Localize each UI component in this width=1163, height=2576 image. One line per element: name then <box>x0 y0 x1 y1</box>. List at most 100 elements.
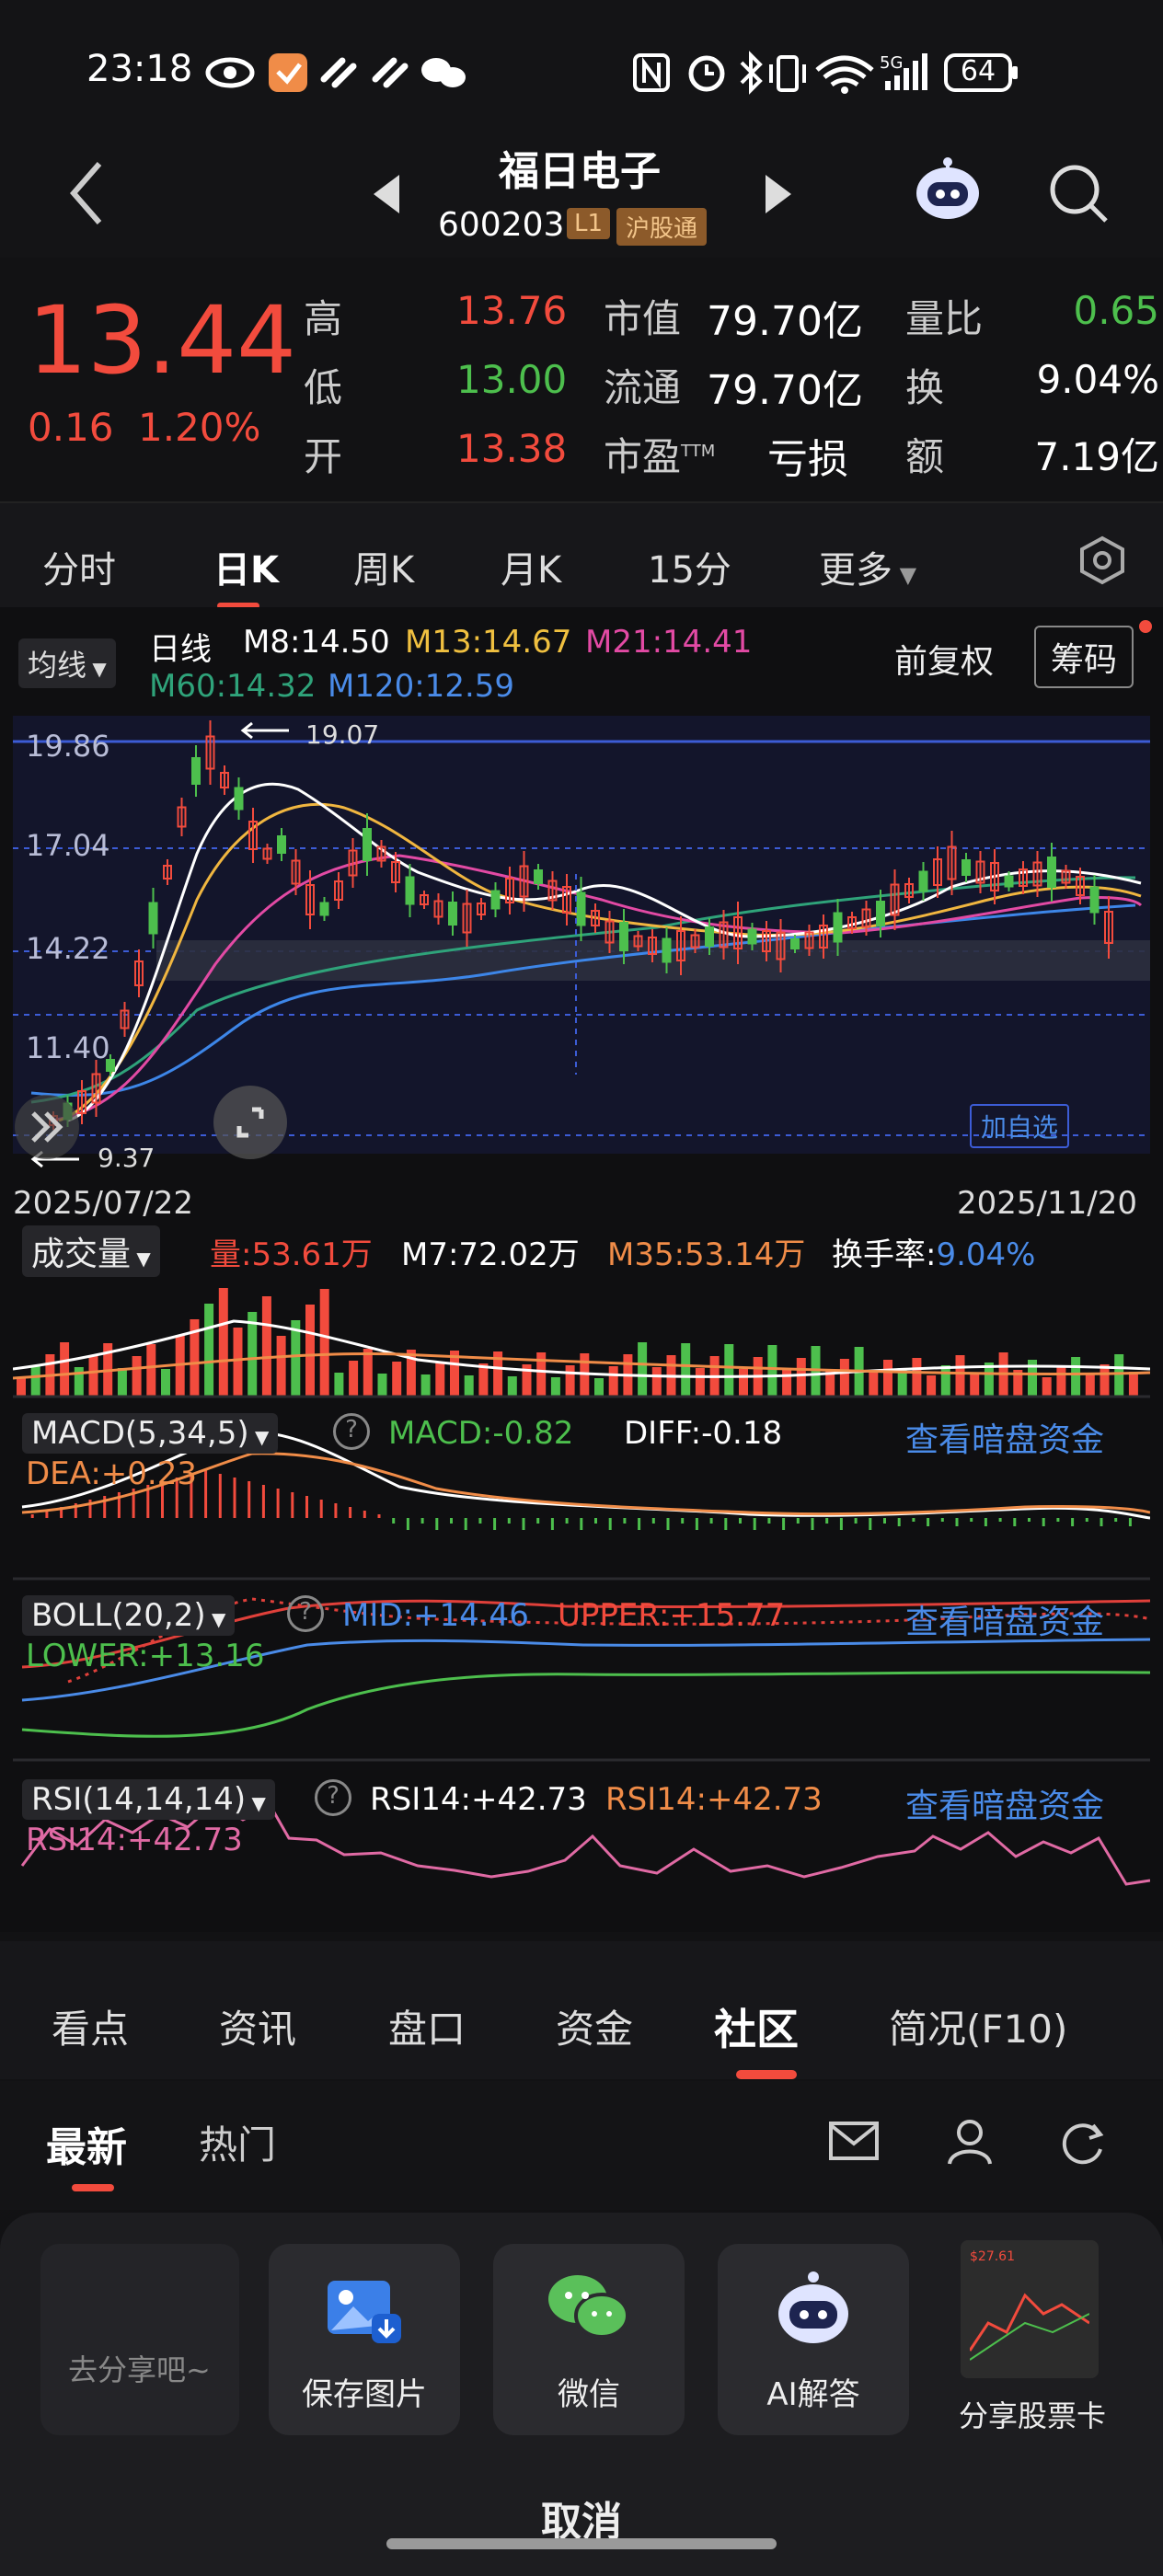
dropdown-icon: ▼ <box>131 1248 151 1270</box>
tab-monthly-k[interactable]: 月K <box>501 540 561 593</box>
macd-bar <box>305 1496 308 1518</box>
dark-pool-link[interactable]: 查看暗盘资金 <box>905 1779 1104 1827</box>
tab-daily-k[interactable]: 日K <box>213 540 279 593</box>
open-value: 13.38 <box>456 426 568 471</box>
vibrate-icon <box>769 55 806 92</box>
volume-bar <box>927 1375 937 1397</box>
macd-bar <box>363 1511 366 1518</box>
tab-hot[interactable]: 热门 <box>199 2114 276 2170</box>
macd-bar <box>782 1518 786 1530</box>
ma-selector[interactable]: 均线 ▼ <box>18 638 116 688</box>
macd-bar <box>507 1518 511 1524</box>
candle-body <box>705 926 714 947</box>
macd-bar <box>940 1518 944 1522</box>
tab-news[interactable]: 资讯 <box>219 1998 296 2054</box>
y-label-2: 17.04 <box>26 828 110 863</box>
candle-body <box>1089 886 1100 914</box>
save-image-button[interactable]: 保存图片 <box>269 2244 460 2435</box>
dark-pool-link[interactable]: 查看暗盘资金 <box>905 1413 1104 1461</box>
tab-15min[interactable]: 15分 <box>648 540 731 593</box>
macd-bar <box>897 1518 901 1526</box>
chip-distribution-button[interactable]: 筹码 <box>1034 626 1134 688</box>
pe-value: 亏损 <box>767 436 848 483</box>
wechat-share-button[interactable]: 微信 <box>493 2244 685 2435</box>
ma60-label: M60:14.32 <box>149 668 317 705</box>
macd-bar <box>869 1518 872 1530</box>
high-value: 13.76 <box>456 288 568 333</box>
volume-bar <box>608 1366 618 1397</box>
help-icon[interactable]: ? <box>287 1595 324 1632</box>
dropdown-icon: ▼ <box>892 562 917 588</box>
macd-bar <box>825 1518 829 1524</box>
macd-bar <box>406 1518 409 1530</box>
collapse-button[interactable] <box>15 1095 79 1159</box>
ai-robot-icon[interactable] <box>911 153 985 226</box>
boll-selector[interactable]: BOLL(20,2) ▼ <box>22 1595 236 1636</box>
boll-lower-value: LOWER:+13.16 <box>26 1638 265 1674</box>
save-image-icon <box>328 2281 401 2343</box>
volume-bar <box>1071 1357 1081 1397</box>
settings-hexagon-icon[interactable] <box>1077 535 1128 586</box>
adjust-toggle[interactable]: 前复权 <box>894 635 994 683</box>
share-card-thumbnail[interactable]: $27.61 <box>961 2240 1099 2378</box>
rsi-value-3: RSI14:+42.73 <box>26 1822 243 1858</box>
tab-latest[interactable]: 最新 <box>46 2114 127 2173</box>
fullscreen-button[interactable] <box>213 1086 287 1159</box>
volume-bar <box>565 1365 575 1397</box>
help-icon[interactable]: ? <box>315 1779 351 1816</box>
mktcap-label: 市值 <box>604 296 682 341</box>
tab-community[interactable]: 社区 <box>714 1996 799 2057</box>
volratio-label: 量比 <box>905 296 984 341</box>
candle-body <box>576 891 586 926</box>
user-icon[interactable] <box>944 2114 996 2166</box>
macd-bar <box>580 1518 583 1530</box>
wifi-icon <box>815 55 874 94</box>
macd-bar <box>319 1500 323 1518</box>
volume-bar <box>17 1378 26 1397</box>
volume-bar <box>218 1288 228 1397</box>
macd-selector[interactable]: MACD(5,34,5) ▼ <box>22 1413 279 1454</box>
back-icon[interactable] <box>64 156 110 230</box>
prev-stock-icon[interactable] <box>368 171 405 217</box>
volume-bar <box>550 1377 560 1397</box>
tab-orderbook[interactable]: 盘口 <box>388 1998 466 2054</box>
low-value: 13.00 <box>456 357 568 402</box>
macd-bar <box>30 1514 34 1518</box>
search-icon[interactable] <box>1045 160 1111 226</box>
alarm-icon <box>688 55 725 92</box>
add-watchlist-button[interactable]: 加自选 <box>970 1104 1070 1148</box>
volume-bar <box>1085 1374 1095 1397</box>
tab-timeshare[interactable]: 分时 <box>42 540 116 593</box>
tab-profile[interactable]: 简况(F10) <box>889 1998 1067 2054</box>
volume-bar <box>146 1344 156 1397</box>
dropdown-icon: ▼ <box>246 1792 266 1814</box>
volume-bar <box>638 1342 648 1397</box>
help-icon[interactable]: ? <box>333 1413 370 1450</box>
tab-more[interactable]: 更多 ▼ <box>819 540 916 593</box>
macd-bar <box>651 1518 655 1524</box>
low-marker: 9.37 <box>98 1143 155 1173</box>
volume-bar <box>420 1374 431 1397</box>
boll-upper-value: UPPER:+15.77 <box>558 1597 786 1634</box>
signal-icon: 5G <box>880 53 927 90</box>
refresh-icon[interactable] <box>1056 2116 1108 2168</box>
dark-pool-link[interactable]: 查看暗盘资金 <box>905 1595 1104 1643</box>
tab-weekly-k[interactable]: 周K <box>353 540 414 593</box>
volume-m7: M7:72.02万 <box>401 1236 580 1273</box>
ai-answer-button[interactable]: AI解答 <box>718 2244 909 2435</box>
mail-icon[interactable] <box>828 2118 880 2164</box>
macd-bar <box>854 1518 858 1524</box>
kline-chart[interactable] <box>13 716 1150 1154</box>
rsi-selector[interactable]: RSI(14,14,14) ▼ <box>22 1779 275 1820</box>
link-icon <box>320 57 357 88</box>
tab-funds[interactable]: 资金 <box>556 1998 633 2054</box>
tab-highlights[interactable]: 看点 <box>52 1998 129 2054</box>
share-comment-box[interactable]: 去分享吧~ <box>40 2244 239 2435</box>
macd-bar <box>464 1518 467 1530</box>
candle-body <box>490 890 501 910</box>
next-stock-icon[interactable] <box>760 171 797 217</box>
volume-selector[interactable]: 成交量 ▼ <box>22 1225 160 1277</box>
macd-bar <box>839 1518 843 1530</box>
nfc-icon <box>633 53 670 92</box>
macd-bar <box>1013 1518 1017 1526</box>
